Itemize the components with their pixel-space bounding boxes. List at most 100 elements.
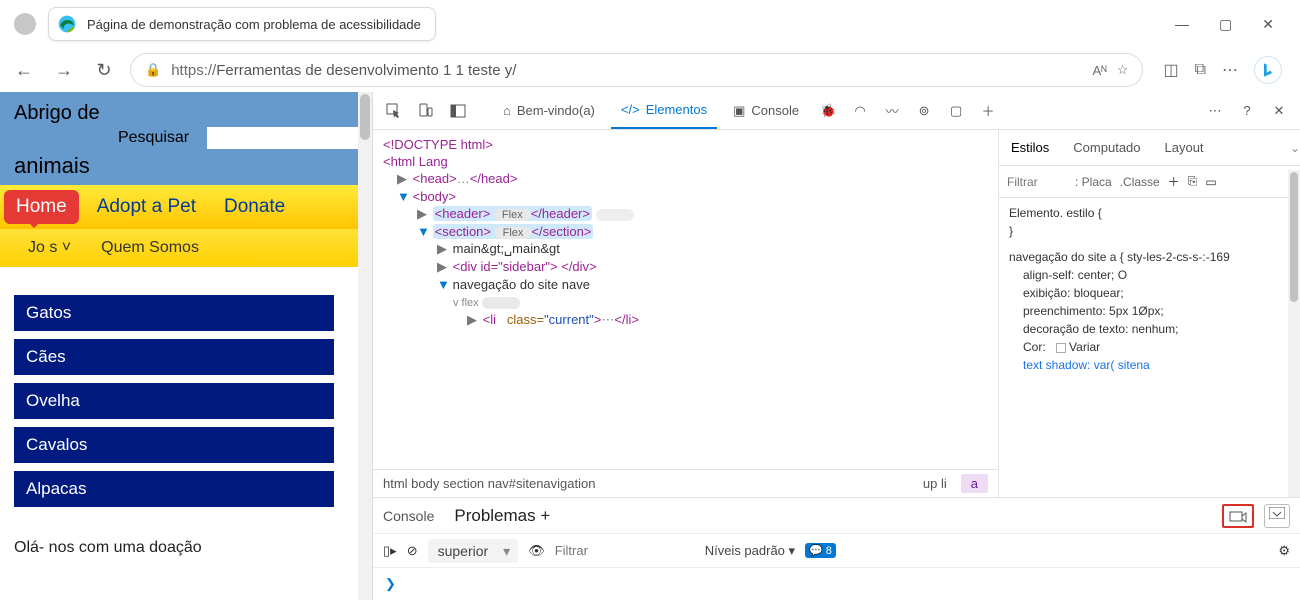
help-icon[interactable]: ? xyxy=(1234,98,1260,124)
list-item[interactable]: Cães xyxy=(14,339,334,375)
tab-title: Página de demonstração com problema de a… xyxy=(87,17,421,32)
list-item[interactable]: Ovelha xyxy=(14,383,334,419)
nav-jos[interactable]: Jo s ˅ xyxy=(28,239,71,257)
devtools-drawer: Console Problemas + ▯▸ ⊘ superior 👁 Níve… xyxy=(373,497,1300,600)
styles-filter-input[interactable] xyxy=(1007,175,1067,189)
nav-home[interactable]: Home xyxy=(4,190,79,224)
console-filter-bar: ▯▸ ⊘ superior 👁 Níveis padrão ▾ 💬 8 ⚙ xyxy=(373,534,1300,568)
dom-breadcrumb[interactable]: html body section nav#sitenavigation up … xyxy=(373,469,998,497)
live-expr-icon[interactable]: 👁 xyxy=(528,543,545,559)
list-item[interactable]: Gatos xyxy=(14,295,334,331)
drawer-tab-problems[interactable]: Problemas + xyxy=(454,506,550,526)
issues-highlight-icon[interactable] xyxy=(1222,504,1254,528)
nav-adopt[interactable]: Adopt a Pet xyxy=(83,196,210,218)
devtools: ⌂Bem-vindo(a) </>Elementos ▣Console 🐞 ◠ … xyxy=(372,92,1300,600)
back-button[interactable]: ← xyxy=(10,56,38,84)
search-input[interactable] xyxy=(207,127,360,149)
read-aloud-icon[interactable]: Aᴺ xyxy=(1093,63,1107,78)
console-prompt: ❯ xyxy=(385,576,396,591)
copy-icon[interactable]: ⎘ xyxy=(1188,174,1198,189)
edge-icon xyxy=(57,14,77,34)
titlebar: Página de demonstração com problema de a… xyxy=(0,0,1300,48)
content-area: Abrigo de Pesquisar animais Home Adopt a… xyxy=(0,92,1300,600)
styles-filter-row: : Placa .Classe ＋ ⎘ ▭ xyxy=(999,166,1300,198)
nav-quem[interactable]: Quem Somos xyxy=(101,239,199,257)
network-icon[interactable]: ◠ xyxy=(847,98,873,124)
dock-drawer-icon[interactable] xyxy=(1264,504,1290,528)
window-controls: — ▢ ✕ xyxy=(1175,16,1292,33)
tab-console[interactable]: ▣Console xyxy=(723,92,809,129)
page-scrollbar[interactable] xyxy=(358,92,372,600)
tab-layout[interactable]: Layout xyxy=(1153,140,1216,155)
forward-button[interactable]: → xyxy=(50,56,78,84)
refresh-button[interactable]: ↻ xyxy=(90,56,118,84)
code-icon: </> xyxy=(621,102,640,117)
primary-nav: Home Adopt a Pet Donate xyxy=(0,185,372,229)
tab-welcome[interactable]: ⌂Bem-vindo(a) xyxy=(493,92,605,129)
tab-estilos[interactable]: Estilos xyxy=(999,140,1061,155)
sidebar-toggle-icon[interactable]: ▯▸ xyxy=(383,543,397,559)
devtools-main: <!DOCTYPE html> <html Lang ▶ <head>…</he… xyxy=(373,130,1300,497)
inspect-icon[interactable] xyxy=(381,98,407,124)
list-item[interactable]: Alpacas xyxy=(14,471,334,507)
dom-panel: <!DOCTYPE html> <html Lang ▶ <head>…</he… xyxy=(373,130,998,497)
split-icon[interactable]: ◫ xyxy=(1163,60,1178,80)
secondary-nav: Jo s ˅ Quem Somos xyxy=(0,229,372,267)
chevron-down-icon[interactable]: ⌄ xyxy=(1290,141,1300,155)
perf-icon[interactable]: 〰 xyxy=(879,98,905,124)
gear-icon[interactable]: ⚙ xyxy=(1278,543,1290,559)
add-rule-icon[interactable]: ＋ xyxy=(1168,173,1180,190)
nav-donate[interactable]: Donate xyxy=(210,196,299,218)
maximize-icon[interactable]: ▢ xyxy=(1219,16,1232,33)
drawer-tabs: Console Problemas + xyxy=(373,498,1300,534)
url-text: https://Ferramentas de desenvolvimento 1… xyxy=(171,62,1082,79)
dom-tree[interactable]: <!DOCTYPE html> <html Lang ▶ <head>…</he… xyxy=(373,130,998,469)
toolbar-icons: ◫ ⧉ ⋯ xyxy=(1155,56,1290,84)
memory-icon[interactable]: ⊚ xyxy=(911,98,937,124)
styles-body[interactable]: Elemento. estilo { } navegação do site a… xyxy=(999,198,1300,380)
device-icon[interactable] xyxy=(413,98,439,124)
donation-text: Olá- nos com uma doação xyxy=(0,527,372,569)
dock-icon[interactable] xyxy=(445,98,471,124)
cls-toggle[interactable]: .Classe xyxy=(1120,175,1160,189)
tab-elements[interactable]: </>Elementos xyxy=(611,92,717,129)
lock-icon: 🔒 xyxy=(145,62,161,78)
hov-toggle[interactable]: : Placa xyxy=(1075,175,1112,189)
favorite-icon[interactable]: ☆ xyxy=(1117,62,1129,78)
styles-tabs: Estilos Computado Layout ⌄ xyxy=(999,130,1300,166)
close-devtools-icon[interactable]: ✕ xyxy=(1266,98,1292,124)
hero-title-2: animais xyxy=(14,153,360,179)
browser-tab[interactable]: Página de demonstração com problema de a… xyxy=(48,7,436,41)
console-icon: ▣ xyxy=(733,103,745,119)
collections-icon[interactable]: ⧉ xyxy=(1195,61,1206,79)
page-header: Abrigo de Pesquisar animais xyxy=(0,92,372,185)
profile-avatar[interactable] xyxy=(14,13,36,35)
minimize-icon[interactable]: — xyxy=(1175,16,1189,33)
app-icon[interactable]: ▢ xyxy=(943,98,969,124)
computed-toggle-icon[interactable]: ▭ xyxy=(1205,175,1216,189)
issues-badge[interactable]: 💬 8 xyxy=(805,543,836,558)
page-viewport: Abrigo de Pesquisar animais Home Adopt a… xyxy=(0,92,372,600)
hero-title-1: Abrigo de xyxy=(14,102,100,125)
styles-panel: Estilos Computado Layout ⌄ : Placa .Clas… xyxy=(998,130,1300,497)
bing-icon[interactable] xyxy=(1254,56,1282,84)
list-item[interactable]: Cavalos xyxy=(14,427,334,463)
drawer-tab-console[interactable]: Console xyxy=(383,508,434,524)
devtools-toolbar: ⌂Bem-vindo(a) </>Elementos ▣Console 🐞 ◠ … xyxy=(373,92,1300,130)
clear-console-icon[interactable]: ⊘ xyxy=(407,543,418,559)
console-filter-input[interactable] xyxy=(555,543,695,558)
context-dropdown[interactable]: superior xyxy=(428,539,519,563)
close-icon[interactable]: ✕ xyxy=(1262,16,1274,33)
more-tools-icon[interactable]: ⋯ xyxy=(1202,98,1228,124)
add-tab-icon[interactable]: ＋ xyxy=(975,98,1001,124)
more-icon[interactable]: ⋯ xyxy=(1222,60,1238,80)
search-label: Pesquisar xyxy=(118,129,189,147)
tab-computado[interactable]: Computado xyxy=(1061,140,1152,155)
bug-icon[interactable]: 🐞 xyxy=(815,98,841,124)
console-body[interactable]: ❯ xyxy=(373,568,1300,600)
styles-scrollbar[interactable] xyxy=(1288,170,1300,497)
category-list: Gatos Cães Ovelha Cavalos Alpacas xyxy=(0,267,372,527)
log-levels[interactable]: Níveis padrão ▾ xyxy=(705,543,795,559)
toolbar: ← → ↻ 🔒 https://Ferramentas de desenvolv… xyxy=(0,48,1300,92)
address-bar[interactable]: 🔒 https://Ferramentas de desenvolvimento… xyxy=(130,53,1143,87)
